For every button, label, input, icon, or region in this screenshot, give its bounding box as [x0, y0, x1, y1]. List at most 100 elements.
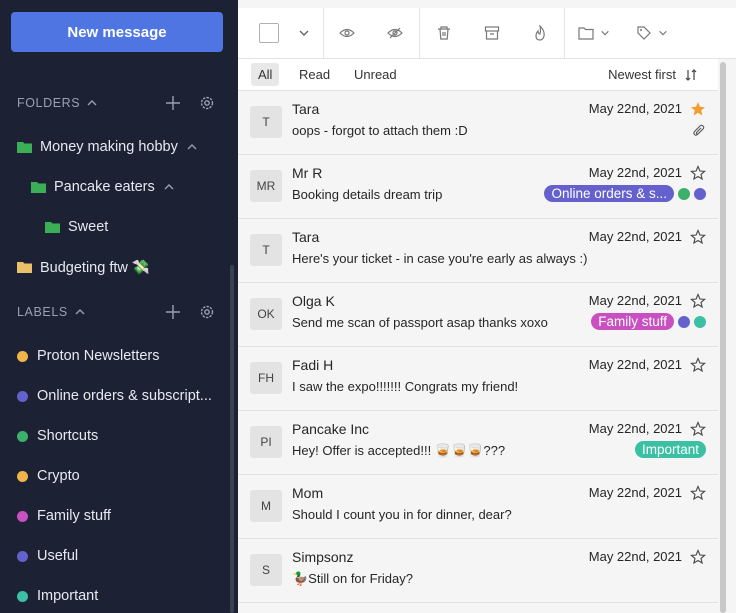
message-row[interactable]: OK Olga K Send me scan of passport asap … — [238, 283, 718, 347]
avatar[interactable]: OK — [250, 298, 282, 330]
subject: Booking details dream trip — [292, 187, 443, 202]
sidebar-label-proton-newsletters[interactable]: Proton Newsletters — [17, 344, 160, 368]
add-folder-icon[interactable] — [165, 95, 181, 111]
trash-icon[interactable] — [431, 8, 457, 58]
sender-name: Simpsonz — [292, 549, 354, 565]
avatar[interactable]: FH — [250, 362, 282, 394]
chevron-up-icon[interactable] — [163, 181, 175, 193]
star-icon[interactable] — [690, 165, 706, 181]
sidebar-label-important[interactable]: Important — [17, 584, 98, 608]
folder-icon — [17, 142, 32, 153]
sidebar-label-crypto[interactable]: Crypto — [17, 464, 80, 488]
message-row[interactable]: FH Fadi H I saw the expo!!!!!!! Congrats… — [238, 347, 718, 411]
labels-heading-label: LABELS — [17, 305, 68, 319]
sidebar-folder-pancake-eaters[interactable]: Pancake eaters — [31, 175, 175, 199]
sidebar: New message FOLDERS Money making hobby P… — [0, 0, 238, 613]
sidebar-label-useful[interactable]: Useful — [17, 544, 78, 568]
labels-heading[interactable]: LABELS — [17, 302, 86, 322]
star-icon[interactable] — [690, 357, 706, 373]
star-icon[interactable] — [690, 485, 706, 501]
label-color-dot — [17, 390, 28, 402]
sidebar-folder-sweet[interactable]: Sweet — [45, 215, 108, 239]
label-color-dot — [17, 350, 28, 362]
message-list-pane: All Read Unread Newest first T Tara oops… — [238, 0, 736, 613]
label-settings-gear-icon[interactable] — [199, 304, 215, 320]
chevron-up-icon — [75, 309, 85, 315]
avatar[interactable]: T — [250, 106, 282, 138]
folder-settings-gear-icon[interactable] — [199, 95, 215, 111]
sender-name: Fadi H — [292, 357, 334, 373]
chevron-up-icon[interactable] — [186, 141, 198, 153]
label-dot[interactable] — [694, 315, 706, 328]
toolbar-divider — [564, 8, 565, 58]
sidebar-label-text: Proton Newsletters — [37, 348, 160, 364]
new-message-button[interactable]: New message — [11, 12, 223, 52]
sidebar-label-text: Useful — [37, 548, 79, 564]
sidebar-folder-budgeting[interactable]: Budgeting ftw 💸 — [17, 255, 150, 279]
star-icon[interactable] — [690, 293, 706, 309]
sidebar-label-online-orders[interactable]: Online orders & subscript... — [17, 384, 212, 408]
message-row[interactable]: T Tara Here's your ticket - in case you'… — [238, 219, 718, 283]
message-row[interactable]: MR Mr R Booking details dream trip May 2… — [238, 155, 718, 219]
select-dropdown-chevron-icon[interactable] — [294, 8, 314, 58]
message-row[interactable]: S Simpsonz 🦆Still on for Friday? May 22n… — [238, 539, 718, 603]
label-chip[interactable]: Family stuff — [591, 313, 674, 330]
star-icon[interactable] — [690, 421, 706, 437]
sidebar-scrollbar[interactable] — [230, 265, 234, 613]
sidebar-label-text: Shortcuts — [37, 428, 99, 444]
toolbar-divider — [419, 8, 420, 58]
filter-tab-unread[interactable]: Unread — [347, 63, 404, 86]
sender-name: Tara — [292, 101, 320, 117]
subject: 🦆Still on for Friday? — [292, 571, 413, 586]
subject: I saw the expo!!!!!!! Congrats my friend… — [292, 379, 519, 394]
eye-slash-icon[interactable] — [382, 8, 408, 58]
label-color-dot — [17, 550, 28, 562]
move-to-folder-button[interactable] — [576, 8, 612, 58]
label-color-dot — [17, 590, 28, 602]
label-chip[interactable]: Online orders & s... — [544, 185, 674, 202]
sort-arrows-icon — [685, 68, 697, 81]
folder-icon — [578, 27, 594, 40]
date: May 22nd, 2021 — [588, 357, 682, 372]
avatar[interactable]: MR — [250, 170, 282, 202]
star-filled-icon[interactable] — [690, 101, 706, 117]
toolbar-divider — [323, 8, 324, 58]
apply-label-button[interactable] — [634, 8, 670, 58]
star-icon[interactable] — [690, 229, 706, 245]
avatar[interactable]: S — [250, 554, 282, 586]
label-dot[interactable] — [694, 187, 706, 200]
date: May 22nd, 2021 — [588, 421, 682, 436]
toolbar — [238, 8, 736, 59]
star-icon[interactable] — [690, 549, 706, 565]
label-chip[interactable]: Important — [634, 441, 706, 458]
eye-icon[interactable] — [334, 8, 360, 58]
message-list-scrollbar[interactable] — [720, 62, 726, 613]
select-all-checkbox[interactable] — [258, 8, 280, 58]
sort-dropdown[interactable]: Newest first — [608, 63, 698, 86]
label-dot[interactable] — [678, 187, 690, 200]
sidebar-folder-label: Sweet — [68, 219, 109, 235]
date: May 22nd, 2021 — [588, 165, 682, 180]
add-label-icon[interactable] — [165, 304, 181, 320]
sidebar-folder-money-making-hobby[interactable]: Money making hobby — [17, 135, 198, 159]
avatar[interactable]: T — [250, 234, 282, 266]
subject: Here's your ticket - in case you're earl… — [292, 251, 588, 266]
folders-heading[interactable]: FOLDERS — [17, 93, 98, 113]
label-color-dot — [17, 470, 28, 482]
filter-tab-read[interactable]: Read — [292, 63, 337, 86]
sidebar-label-family-stuff[interactable]: Family stuff — [17, 504, 111, 528]
chevron-down-icon — [601, 30, 609, 36]
sidebar-label-shortcuts[interactable]: Shortcuts — [17, 424, 98, 448]
avatar[interactable]: PI — [250, 426, 282, 458]
sidebar-label-text: Crypto — [37, 468, 80, 484]
chevron-down-icon — [659, 30, 667, 36]
filter-tab-all[interactable]: All — [251, 63, 280, 86]
message-row[interactable]: PI Pancake Inc Hey! Offer is accepted!!!… — [238, 411, 718, 475]
fire-icon[interactable] — [527, 8, 553, 58]
archive-icon[interactable] — [479, 8, 505, 58]
label-dot[interactable] — [678, 315, 690, 328]
message-row[interactable]: M Mom Should I count you in for dinner, … — [238, 475, 718, 539]
avatar[interactable]: M — [250, 490, 282, 522]
message-row[interactable]: T Tara oops - forgot to attach them :D M… — [238, 91, 718, 155]
sender-name: Mr R — [292, 165, 323, 181]
